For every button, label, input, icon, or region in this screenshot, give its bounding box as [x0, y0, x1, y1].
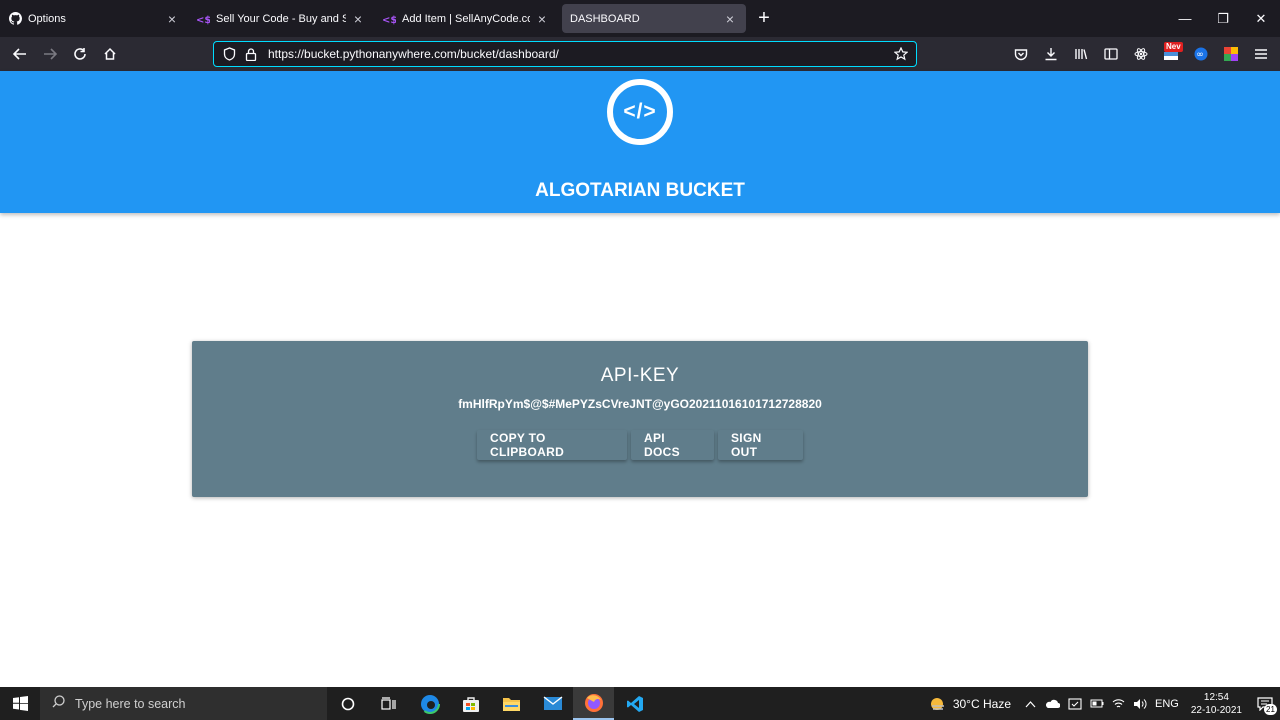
extension-badge: Nev — [1164, 42, 1183, 52]
tab-strip: Options × <$> Sell Your Code - Buy and S… — [0, 0, 1280, 37]
site-title: ALGOTARIAN BUCKET — [535, 180, 745, 201]
shield-icon[interactable] — [218, 42, 240, 66]
card-title: API-KEY — [600, 365, 680, 386]
url-bar[interactable]: https://bucket.pythonanywhere.com/bucket… — [213, 41, 917, 67]
tab-close-icon[interactable]: × — [164, 11, 180, 27]
restore-icon[interactable]: ❐ — [1204, 0, 1242, 37]
sidebar-icon[interactable] — [1096, 39, 1126, 69]
file-explorer-icon[interactable] — [491, 687, 532, 720]
sellanycode-icon: <$> — [196, 12, 210, 26]
logo-glyph: </> — [623, 100, 657, 123]
clock-date: 22-10-2021 — [1190, 704, 1242, 716]
copy-to-clipboard-button[interactable]: COPY TO CLIPBOARD — [477, 430, 627, 460]
bookmark-star-icon[interactable] — [890, 42, 912, 66]
back-icon[interactable] — [5, 39, 35, 69]
notification-count-badge: 21 — [1264, 704, 1277, 715]
menu-icon[interactable] — [1246, 39, 1276, 69]
task-view-icon[interactable] — [368, 687, 409, 720]
chevron-up-icon[interactable] — [1021, 687, 1040, 720]
url-text[interactable]: https://bucket.pythonanywhere.com/bucket… — [268, 47, 890, 61]
tab-dashboard[interactable]: DASHBOARD × — [562, 4, 746, 33]
svg-text:<$>: <$> — [382, 15, 396, 25]
new-tab-button[interactable]: + — [748, 3, 780, 35]
tab-label: Add Item | SellAnyCode.com — [402, 12, 530, 25]
mail-icon[interactable] — [532, 687, 573, 720]
search-icon — [52, 694, 65, 713]
github-icon — [8, 12, 22, 26]
clock-time: 12:54 — [1203, 691, 1229, 703]
home-icon[interactable] — [95, 39, 125, 69]
forward-icon[interactable] — [35, 39, 65, 69]
wifi-icon[interactable] — [1108, 687, 1129, 720]
firefox-icon[interactable] — [573, 687, 614, 720]
react-devtools-icon[interactable] — [1126, 39, 1156, 69]
close-window-icon[interactable]: ✕ — [1242, 0, 1280, 37]
pocket-icon[interactable] — [1006, 39, 1036, 69]
tab-label: Sell Your Code - Buy and Sell M — [216, 12, 346, 25]
tab-close-icon[interactable]: × — [534, 11, 550, 27]
security-icon[interactable] — [1064, 687, 1086, 720]
weather-text: 30°C Haze — [952, 696, 1011, 711]
card-actions: COPY TO CLIPBOARD API DOCS SIGN OUT — [192, 430, 1088, 460]
system-tray: 30°C Haze ENG 12:54 22-10-2021 21 — [929, 687, 1280, 720]
tab-label: Options — [28, 12, 66, 25]
api-key-value: fmHlfRpYm$@$#MePYZsCVreJNT@yGO2021101610… — [458, 397, 822, 411]
reload-icon[interactable] — [65, 39, 95, 69]
cortana-icon[interactable] — [327, 687, 368, 720]
library-icon[interactable] — [1066, 39, 1096, 69]
tab-options[interactable]: Options × — [0, 0, 188, 37]
colorful-extension-icon[interactable] — [1216, 39, 1246, 69]
navigation-toolbar: https://bucket.pythonanywhere.com/bucket… — [0, 37, 1280, 71]
volume-icon[interactable] — [1129, 687, 1151, 720]
search-placeholder: Type here to search — [75, 696, 186, 711]
vscode-icon[interactable] — [614, 687, 655, 720]
download-icon[interactable] — [1036, 39, 1066, 69]
notification-icon[interactable]: 21 — [1250, 687, 1280, 720]
tab-label: DASHBOARD — [570, 12, 640, 25]
code-logo-icon: </> — [607, 79, 673, 145]
toolbar-icons: Nev ∞ — [1006, 37, 1276, 71]
api-docs-button[interactable]: API DOCS — [631, 430, 714, 460]
haze-weather-icon — [930, 697, 944, 710]
minimize-icon[interactable]: — — [1166, 0, 1204, 37]
sellanycode-icon: <$> — [382, 12, 396, 26]
svg-text:<$>: <$> — [196, 15, 210, 25]
tab-close-icon[interactable]: × — [722, 11, 738, 27]
tab-add-item[interactable]: <$> Add Item | SellAnyCode.com × — [374, 0, 558, 37]
news-extension-icon[interactable]: Nev — [1156, 39, 1186, 69]
lock-icon[interactable] — [240, 42, 262, 66]
sign-out-button[interactable]: SIGN OUT — [718, 430, 803, 460]
svg-text:∞: ∞ — [1196, 50, 1204, 60]
site-header: </> ALGOTARIAN BUCKET — [0, 71, 1280, 213]
onedrive-icon[interactable] — [1040, 687, 1064, 720]
weather-widget[interactable]: 30°C Haze — [929, 696, 1011, 712]
api-key-card: API-KEY fmHlfRpYm$@$#MePYZsCVreJNT@yGO20… — [192, 341, 1088, 497]
edge-icon[interactable] — [409, 687, 450, 720]
tab-sell-your-code[interactable]: <$> Sell Your Code - Buy and Sell M × — [188, 0, 374, 37]
clock[interactable]: 12:54 22-10-2021 — [1191, 691, 1242, 717]
window-controls: — ❐ ✕ — [1166, 0, 1280, 37]
store-icon[interactable] — [450, 687, 491, 720]
windows-taskbar: Type here to search 30°C Haze ENG 12:54 … — [0, 687, 1280, 720]
windows-start-icon[interactable] — [0, 687, 40, 720]
infinity-extension-icon[interactable]: ∞ — [1186, 39, 1216, 69]
battery-icon[interactable] — [1086, 687, 1108, 720]
language-indicator[interactable]: ENG — [1151, 687, 1183, 720]
taskbar-search[interactable]: Type here to search — [40, 687, 327, 720]
tab-close-icon[interactable]: × — [350, 11, 366, 27]
